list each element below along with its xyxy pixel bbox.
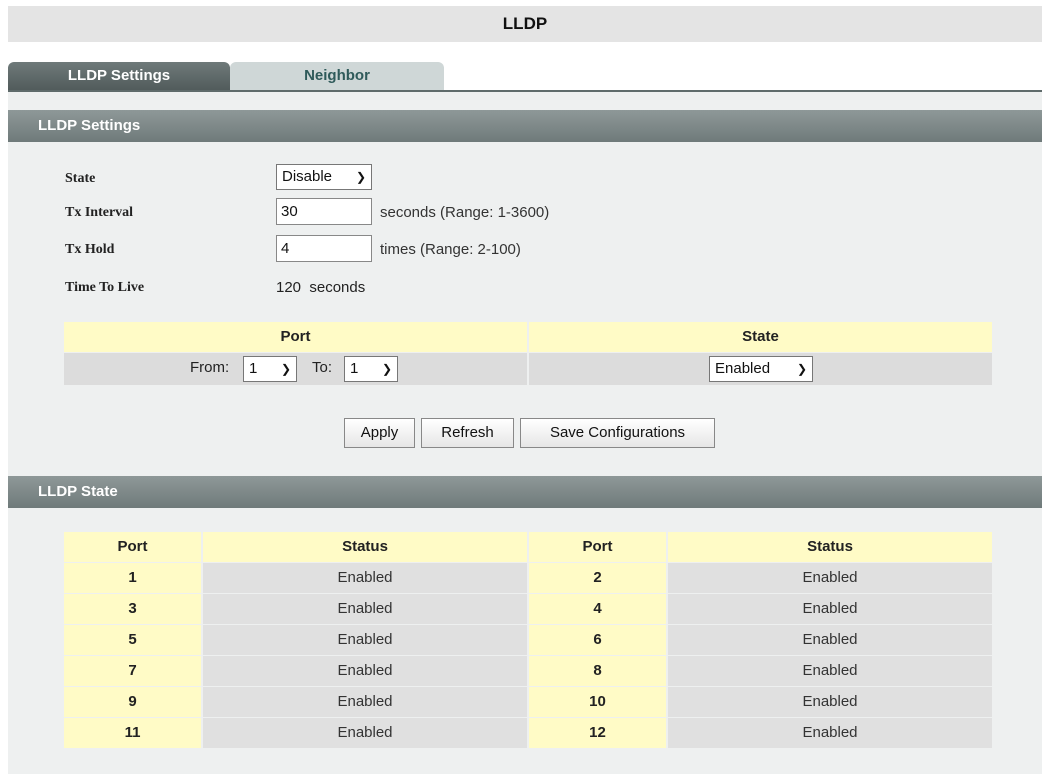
status-cell: Enabled xyxy=(203,563,527,593)
status-cell: Enabled xyxy=(668,594,992,624)
port-cell: 10 xyxy=(529,687,666,717)
tab-lldp-settings[interactable]: LLDP Settings xyxy=(8,62,230,92)
chevron-down-icon: ❯ xyxy=(280,362,291,376)
state-select[interactable]: Disable ❯ xyxy=(276,164,372,190)
port-cell: 9 xyxy=(64,687,201,717)
status-column-header: Status xyxy=(668,532,992,562)
status-cell: Enabled xyxy=(668,625,992,655)
from-port-value: 1 xyxy=(249,360,258,377)
status-cell: Enabled xyxy=(668,718,992,748)
state-label: State xyxy=(65,171,96,186)
table-row: 5 Enabled 6 Enabled xyxy=(64,625,992,655)
apply-button[interactable]: Apply xyxy=(344,418,415,448)
state-select-value: Disable xyxy=(282,168,333,185)
port-cell: 2 xyxy=(529,563,666,593)
port-cell: 5 xyxy=(64,625,201,655)
port-cell: 6 xyxy=(529,625,666,655)
table-row: 7 Enabled 8 Enabled xyxy=(64,656,992,686)
status-cell: Enabled xyxy=(668,656,992,686)
from-port-select[interactable]: 1 ❯ xyxy=(243,356,297,382)
tab-neighbor[interactable]: Neighbor xyxy=(230,62,444,92)
table-header-row: Port Status Port Status xyxy=(64,532,992,562)
port-state-value: Enabled xyxy=(715,360,771,377)
port-state-cell: Enabled ❯ xyxy=(529,353,992,385)
table-row: 1 Enabled 2 Enabled xyxy=(64,563,992,593)
tx-interval-hint: seconds (Range: 1-3600) xyxy=(380,204,550,221)
tx-interval-input[interactable]: 30 xyxy=(276,198,372,225)
refresh-button[interactable]: Refresh xyxy=(421,418,514,448)
port-cell: 12 xyxy=(529,718,666,748)
port-column-header: Port xyxy=(64,322,527,352)
status-cell: Enabled xyxy=(203,718,527,748)
content-panel: LLDP Settings State Disable ❯ Tx Interva… xyxy=(8,92,1042,774)
port-column-header: Port xyxy=(64,532,201,562)
port-range-cell: From: 1 ❯ To: 1 ❯ xyxy=(64,353,527,385)
port-cell: 3 xyxy=(64,594,201,624)
to-label: To: xyxy=(312,359,333,376)
port-cell: 11 xyxy=(64,718,201,748)
chevron-down-icon: ❯ xyxy=(355,170,366,184)
tx-hold-hint: times (Range: 2-100) xyxy=(380,241,521,258)
port-cell: 4 xyxy=(529,594,666,624)
status-cell: Enabled xyxy=(203,687,527,717)
tx-hold-input[interactable]: 4 xyxy=(276,235,372,262)
lldp-settings-section-header: LLDP Settings xyxy=(8,110,1042,142)
status-cell: Enabled xyxy=(203,625,527,655)
status-cell: Enabled xyxy=(668,687,992,717)
status-column-header: Status xyxy=(203,532,527,562)
tx-interval-label: Tx Interval xyxy=(65,205,134,220)
to-port-value: 1 xyxy=(350,360,359,377)
port-column-header: Port xyxy=(529,532,666,562)
chevron-down-icon: ❯ xyxy=(796,362,807,376)
tab-bar: LLDP Settings Neighbor xyxy=(8,62,1042,93)
state-column-header: State xyxy=(529,322,992,352)
port-cell: 7 xyxy=(64,656,201,686)
ttl-value: 120 seconds xyxy=(276,279,366,296)
chevron-down-icon: ❯ xyxy=(381,362,392,376)
to-port-select[interactable]: 1 ❯ xyxy=(344,356,398,382)
port-state-select[interactable]: Enabled ❯ xyxy=(709,356,813,382)
status-cell: Enabled xyxy=(668,563,992,593)
status-cell: Enabled xyxy=(203,656,527,686)
from-label: From: xyxy=(190,359,230,376)
table-row: 11 Enabled 12 Enabled xyxy=(64,718,992,748)
tx-hold-label: Tx Hold xyxy=(65,242,115,257)
save-configurations-button[interactable]: Save Configurations xyxy=(520,418,715,448)
lldp-state-section-header: LLDP State xyxy=(8,476,1042,508)
port-cell: 1 xyxy=(64,563,201,593)
port-cell: 8 xyxy=(529,656,666,686)
status-cell: Enabled xyxy=(203,594,527,624)
table-row: 3 Enabled 4 Enabled xyxy=(64,594,992,624)
table-row: 9 Enabled 10 Enabled xyxy=(64,687,992,717)
page-title: LLDP xyxy=(8,6,1042,42)
ttl-label: Time To Live xyxy=(65,280,145,295)
